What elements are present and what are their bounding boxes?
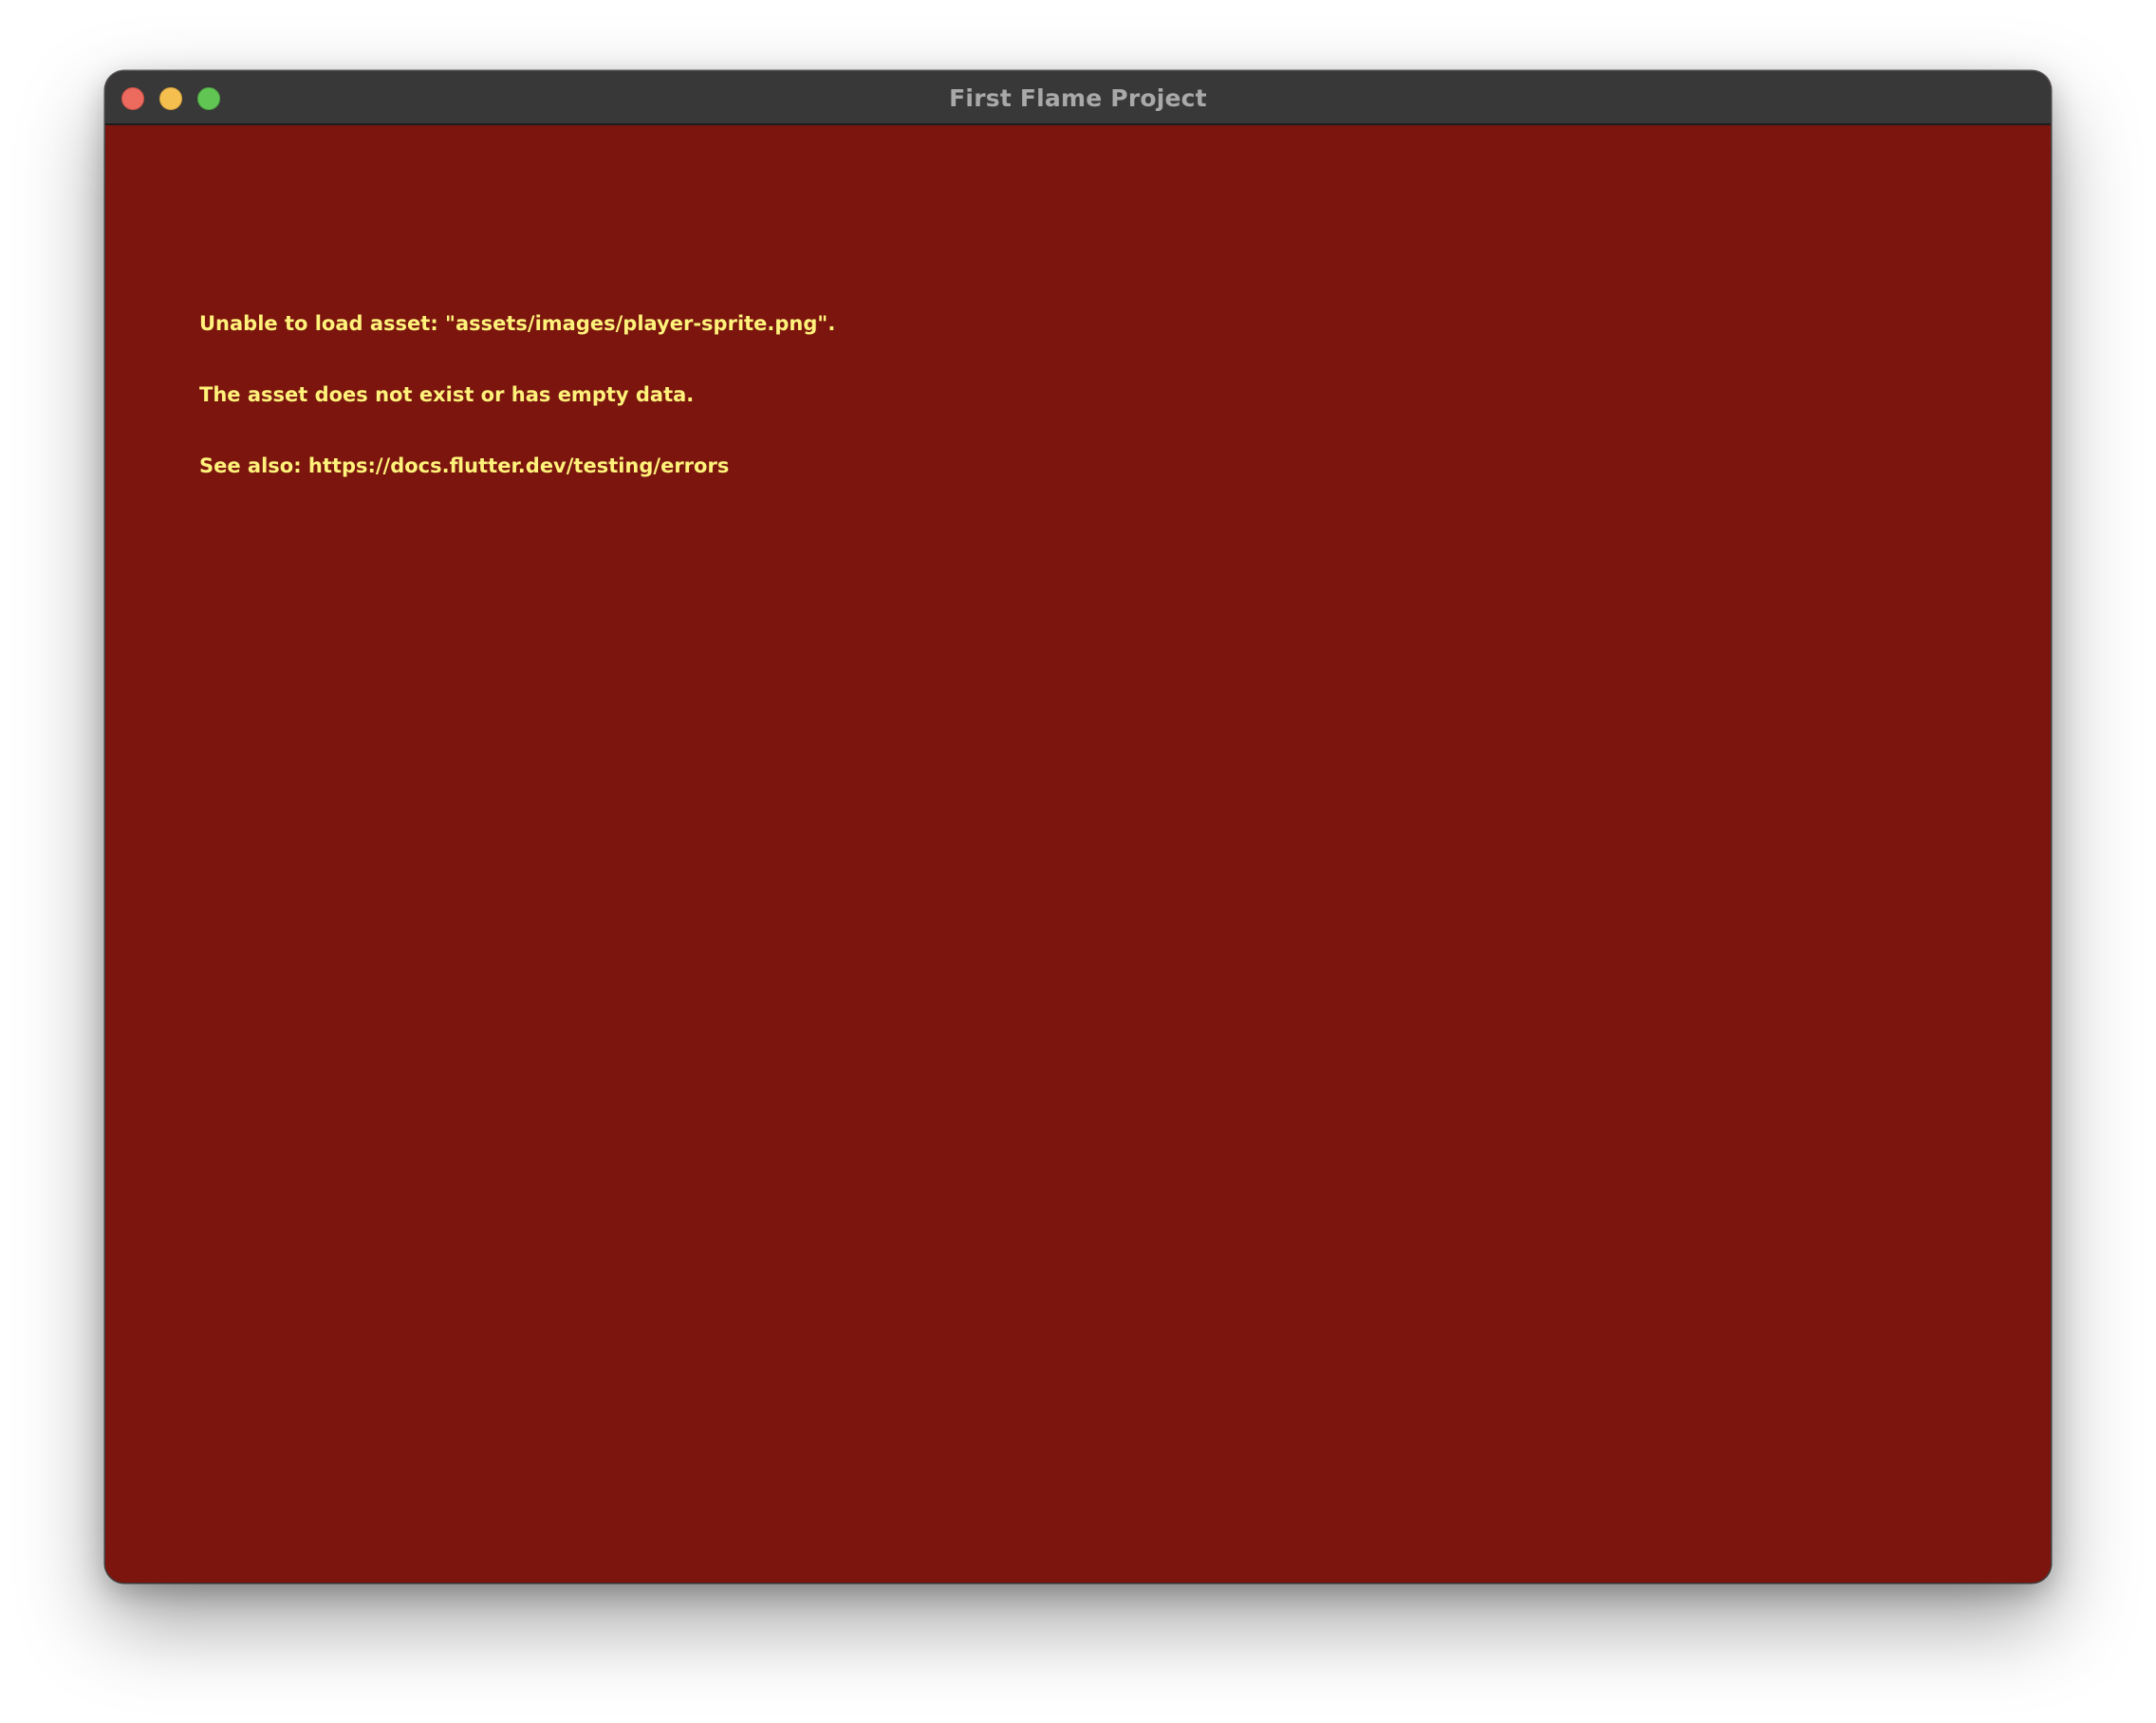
error-line-see-also: See also: https://docs.flutter.dev/testi… (199, 454, 730, 477)
title-bar[interactable]: First Flame Project (105, 71, 2051, 125)
window-title: First Flame Project (949, 84, 1207, 112)
error-screen: Unable to load asset: "assets/images/pla… (105, 125, 2051, 1583)
error-message: Unable to load asset: "assets/images/pla… (199, 265, 835, 526)
app-window: First Flame Project Unable to load asset… (105, 71, 2051, 1583)
error-line-description: The asset does not exist or has empty da… (199, 383, 695, 406)
error-line-asset: Unable to load asset: "assets/images/pla… (199, 312, 836, 335)
